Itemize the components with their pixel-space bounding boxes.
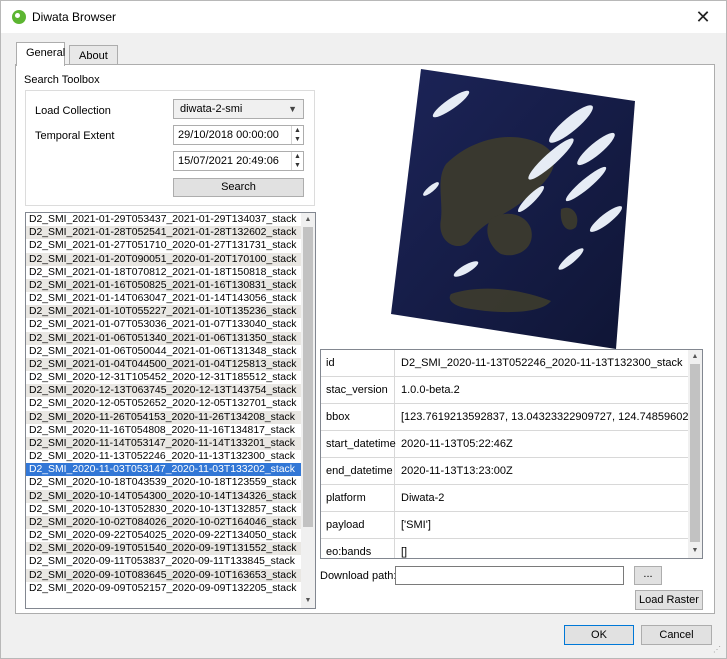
- list-item[interactable]: D2_SMI_2020-09-22T054025_2020-09-22T1340…: [26, 529, 302, 542]
- list-item[interactable]: D2_SMI_2020-09-19T051540_2020-09-19T1315…: [26, 542, 302, 556]
- list-item[interactable]: D2_SMI_2020-11-26T054153_2020-11-26T1342…: [26, 410, 302, 424]
- results-list-items: D2_SMI_2021-01-29T053437_2021-01-29T1340…: [26, 213, 302, 608]
- table-row[interactable]: payload ['SMI']: [321, 512, 689, 539]
- property-value[interactable]: 1.0.0-beta.2: [396, 377, 689, 404]
- collection-value: diwata-2-smi: [180, 103, 243, 115]
- list-item[interactable]: D2_SMI_2021-01-10T055227_2021-01-10T1352…: [26, 305, 302, 319]
- results-list[interactable]: D2_SMI_2021-01-29T053437_2021-01-29T1340…: [25, 212, 316, 609]
- list-item[interactable]: D2_SMI_2020-10-14T054300_2020-10-14T1343…: [26, 489, 302, 503]
- table-row[interactable]: platform Diwata-2: [321, 485, 689, 512]
- list-item[interactable]: D2_SMI_2021-01-29T053437_2021-01-29T1340…: [26, 213, 302, 226]
- properties-table[interactable]: id D2_SMI_2020-11-13T052246_2020-11-13T13…: [320, 349, 703, 559]
- table-row[interactable]: id D2_SMI_2020-11-13T052246_2020-11-13T13…: [321, 350, 689, 377]
- list-item[interactable]: D2_SMI_2021-01-27T051710_2020-01-27T1317…: [26, 239, 302, 252]
- load-collection-label: Load Collection: [35, 105, 111, 117]
- list-item[interactable]: D2_SMI_2020-10-13T052830_2020-10-13T1328…: [26, 503, 302, 516]
- list-item[interactable]: D2_SMI_2020-12-31T105452_2020-12-31T1855…: [26, 371, 302, 384]
- properties-rows: id D2_SMI_2020-11-13T052246_2020-11-13T13…: [321, 350, 689, 558]
- property-value[interactable]: []: [396, 539, 689, 558]
- scroll-thumb[interactable]: [303, 227, 313, 527]
- list-item[interactable]: D2_SMI_2021-01-07T053036_2021-01-07T1330…: [26, 318, 302, 331]
- start-datetime-spinner[interactable]: ▲ ▼: [291, 126, 303, 144]
- download-path-input[interactable]: [395, 566, 624, 585]
- start-datetime-value: 29/10/2018 00:00:00: [178, 129, 279, 141]
- scroll-up-icon[interactable]: ▲: [301, 213, 315, 227]
- property-value[interactable]: 2020-11-13T05:22:46Z: [396, 431, 689, 458]
- search-button[interactable]: Search: [173, 178, 304, 197]
- property-value[interactable]: [123.7619213592837, 13.04323322909727, 1…: [396, 404, 689, 431]
- download-path-label: Download path:: [320, 570, 397, 582]
- scene-thumbnail: [391, 69, 635, 349]
- list-item[interactable]: D2_SMI_2020-11-16T054808_2020-11-16T1348…: [26, 424, 302, 437]
- cancel-button[interactable]: Cancel: [641, 625, 712, 645]
- list-item[interactable]: D2_SMI_2021-01-06T050044_2021-01-06T1313…: [26, 345, 302, 358]
- property-key: id: [321, 350, 395, 377]
- qgis-logo-icon: [12, 10, 26, 24]
- list-item[interactable]: D2_SMI_2020-09-10T083645_2020-09-10T1636…: [26, 568, 302, 582]
- property-key: bbox: [321, 404, 395, 431]
- chevron-down-icon: ▼: [288, 104, 297, 114]
- spin-up-icon[interactable]: ▲: [294, 153, 301, 160]
- list-item[interactable]: D2_SMI_2020-11-14T053147_2020-11-14T1332…: [26, 436, 302, 451]
- browse-button[interactable]: ...: [634, 566, 662, 585]
- property-key: start_datetime: [321, 431, 396, 458]
- end-datetime-spinner[interactable]: ▲ ▼: [291, 152, 303, 170]
- window-title: Diwata Browser: [32, 10, 117, 24]
- list-item[interactable]: D2_SMI_2021-01-16T050825_2021-01-16T1308…: [26, 278, 302, 293]
- list-item[interactable]: D2_SMI_2021-01-04T044500_2021-01-04T1258…: [26, 357, 302, 372]
- table-row[interactable]: end_datetime 2020-11-13T13:23:00Z: [321, 458, 689, 485]
- table-row[interactable]: bbox [123.7619213592837, 13.0432332290972…: [321, 404, 689, 431]
- resize-grip-icon[interactable]: ⋰: [713, 645, 723, 655]
- property-value[interactable]: 2020-11-13T13:23:00Z: [396, 458, 689, 485]
- table-row[interactable]: stac_version 1.0.0-beta.2: [321, 377, 689, 404]
- property-value[interactable]: D2_SMI_2020-11-13T052246_2020-11-13T1323…: [396, 350, 689, 377]
- properties-scrollbar[interactable]: ▲ ▼: [688, 350, 702, 558]
- list-item[interactable]: D2_SMI_2020-12-05T052652_2020-12-05T1327…: [26, 397, 302, 410]
- spin-down-icon[interactable]: ▼: [294, 136, 301, 143]
- property-value[interactable]: Diwata-2: [396, 485, 689, 512]
- spin-up-icon[interactable]: ▲: [294, 127, 301, 134]
- property-key: payload: [321, 512, 395, 539]
- scroll-up-icon[interactable]: ▲: [688, 350, 702, 364]
- list-item[interactable]: D2_SMI_2020-11-13T052246_2020-11-13T1323…: [26, 450, 302, 463]
- property-key: eo:bands: [321, 539, 395, 558]
- list-item[interactable]: D2_SMI_2021-01-14T063047_2021-01-14T1430…: [26, 292, 302, 305]
- search-toolbox-title: Search Toolbox: [24, 74, 100, 86]
- property-key: end_datetime: [321, 458, 395, 485]
- list-item[interactable]: D2_SMI_2020-12-13T063745_2020-12-13T1437…: [26, 384, 302, 398]
- results-scrollbar[interactable]: ▲ ▼: [301, 213, 315, 608]
- scroll-down-icon[interactable]: ▼: [301, 594, 315, 608]
- list-item[interactable]: D2_SMI_2021-01-18T070812_2021-01-18T1508…: [26, 266, 302, 279]
- ok-button[interactable]: OK: [564, 625, 634, 645]
- temporal-extent-label: Temporal Extent: [35, 130, 115, 142]
- list-item[interactable]: D2_SMI_2020-09-09T052157_2020-09-09T1322…: [26, 582, 302, 595]
- scroll-down-icon[interactable]: ▼: [688, 544, 702, 558]
- spin-down-icon[interactable]: ▼: [294, 162, 301, 169]
- table-row[interactable]: start_datetime 2020-11-13T05:22:46Z: [321, 431, 689, 458]
- property-key: stac_version: [321, 377, 395, 404]
- list-item[interactable]: D2_SMI_2021-01-28T052541_2021-01-28T1326…: [26, 226, 302, 240]
- property-value[interactable]: ['SMI']: [396, 512, 689, 539]
- close-icon[interactable]: ✕: [688, 4, 718, 30]
- list-item[interactable]: D2_SMI_2021-01-06T051340_2021-01-06T1313…: [26, 331, 302, 345]
- end-datetime-field[interactable]: 15/07/2021 20:49:06 ▲ ▼: [173, 151, 304, 171]
- collection-select[interactable]: diwata-2-smi ▼: [173, 99, 304, 119]
- list-item[interactable]: D2_SMI_2021-01-20T090051_2020-01-20T1701…: [26, 252, 302, 266]
- load-raster-button[interactable]: Load Raster: [635, 590, 703, 610]
- tab-general[interactable]: General: [16, 42, 65, 66]
- list-item[interactable]: D2_SMI_2020-10-02T084026_2020-10-02T1640…: [26, 515, 302, 530]
- property-key: platform: [321, 485, 395, 512]
- table-row[interactable]: eo:bands[]: [321, 539, 689, 558]
- end-datetime-value: 15/07/2021 20:49:06: [178, 155, 279, 167]
- list-item[interactable]: D2_SMI_2020-11-03T053147_2020-11-03T1332…: [26, 463, 302, 477]
- dialog-window: Diwata Browser ✕ General About Search To…: [0, 0, 727, 659]
- list-item[interactable]: D2_SMI_2020-10-18T043539_2020-10-18T1235…: [26, 476, 302, 489]
- start-datetime-field[interactable]: 29/10/2018 00:00:00 ▲ ▼: [173, 125, 304, 145]
- scroll-thumb[interactable]: [690, 364, 700, 542]
- tab-about[interactable]: About: [69, 45, 118, 65]
- title-bar: Diwata Browser ✕: [1, 1, 726, 33]
- list-item[interactable]: D2_SMI_2020-09-11T053837_2020-09-11T1338…: [26, 555, 302, 568]
